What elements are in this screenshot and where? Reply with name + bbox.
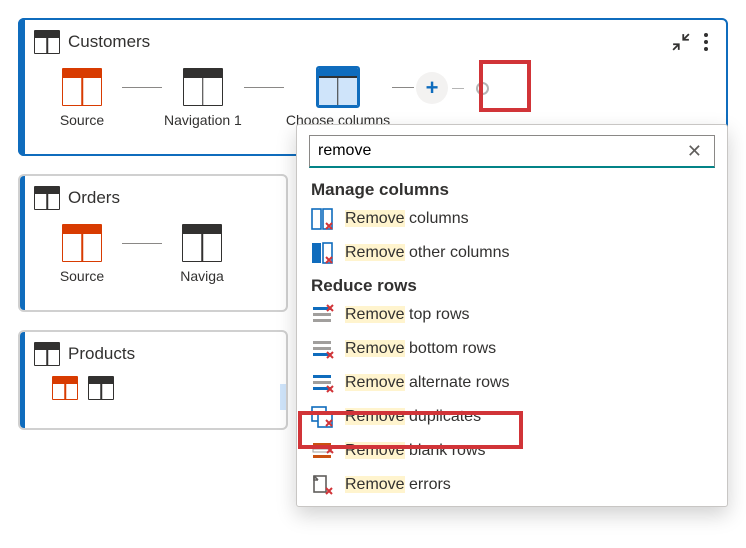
step-navigation[interactable]: Naviga [164,224,240,284]
table-icon [318,68,358,106]
menu-remove-other-columns[interactable]: Remove other columns [297,236,727,270]
card-header: Customers [34,30,712,54]
table-icon [34,186,60,210]
step-label: Naviga [180,268,224,284]
menu-label: Remove bottom rows [345,340,496,358]
selection-edge [280,384,288,410]
remove-bottom-rows-icon [311,338,335,360]
card-header: Orders [34,186,288,210]
menu-remove-alternate-rows[interactable]: Remove alternate rows [297,366,727,400]
remove-alternate-rows-icon [311,372,335,394]
clear-icon[interactable]: ✕ [683,141,706,162]
step-navigation1[interactable]: Navigation 1 [164,68,242,128]
remove-duplicates-icon [311,406,335,428]
transformation-dropdown: ✕ Manage columns Remove columns Remove o… [296,124,728,507]
remove-top-rows-icon [311,304,335,326]
search-input[interactable] [318,140,683,162]
query-card-products[interactable]: Products [18,330,288,430]
end-node-icon [476,82,489,95]
query-card-orders[interactable]: Orders Source Naviga [18,174,288,312]
search-field[interactable]: ✕ [309,135,715,168]
step-label: Navigation 1 [164,112,242,128]
steps-row: Source Naviga [34,210,288,284]
menu-label: Remove duplicates [345,408,481,426]
steps-row: Source Navigation 1 Choose columns + [34,54,712,128]
menu-remove-bottom-rows[interactable]: Remove bottom rows [297,332,727,366]
more-options-icon[interactable] [700,31,712,53]
menu-remove-top-rows[interactable]: Remove top rows [297,298,727,332]
card-header: Products [34,342,288,366]
query-title: Products [68,344,135,364]
menu-label: Remove top rows [345,306,470,324]
table-icon [182,224,222,262]
plus-icon[interactable]: + [416,72,448,104]
table-icon [62,68,102,106]
menu-label: Remove blank rows [345,442,486,460]
menu-label: Remove alternate rows [345,374,510,392]
menu-label: Remove errors [345,476,451,494]
step-choose-columns[interactable]: Choose columns [286,68,390,128]
menu-remove-errors[interactable]: Remove errors [297,468,727,502]
table-icon [183,68,223,106]
query-title: Customers [68,32,150,52]
menu-remove-duplicates[interactable]: Remove duplicates [297,400,727,434]
step-source[interactable]: Source [44,68,120,128]
table-icon [34,30,60,54]
connector-line [244,87,284,88]
table-icon [34,342,60,366]
collapse-icon[interactable] [672,33,690,51]
mini-icons-row [34,366,288,408]
group-header-manage-columns: Manage columns [297,174,727,202]
remove-columns-icon [311,208,335,230]
remove-blank-rows-icon [311,440,335,462]
connector-line [392,87,414,88]
step-label: Source [60,268,104,284]
connector-line [452,88,464,89]
remove-other-columns-icon [311,242,335,264]
menu-remove-columns[interactable]: Remove columns [297,202,727,236]
group-header-reduce-rows: Reduce rows [297,270,727,298]
menu-label: Remove other columns [345,244,510,262]
step-source[interactable]: Source [44,224,120,284]
table-icon [62,224,102,262]
connector-line [122,243,162,244]
table-icon[interactable] [52,376,78,400]
remove-errors-icon [311,474,335,496]
connector-line [122,87,162,88]
query-title: Orders [68,188,120,208]
add-step[interactable]: + [416,72,489,104]
menu-remove-blank-rows[interactable]: Remove blank rows [297,434,727,468]
step-label: Source [60,112,104,128]
table-icon[interactable] [88,376,114,400]
menu-label: Remove columns [345,210,469,228]
